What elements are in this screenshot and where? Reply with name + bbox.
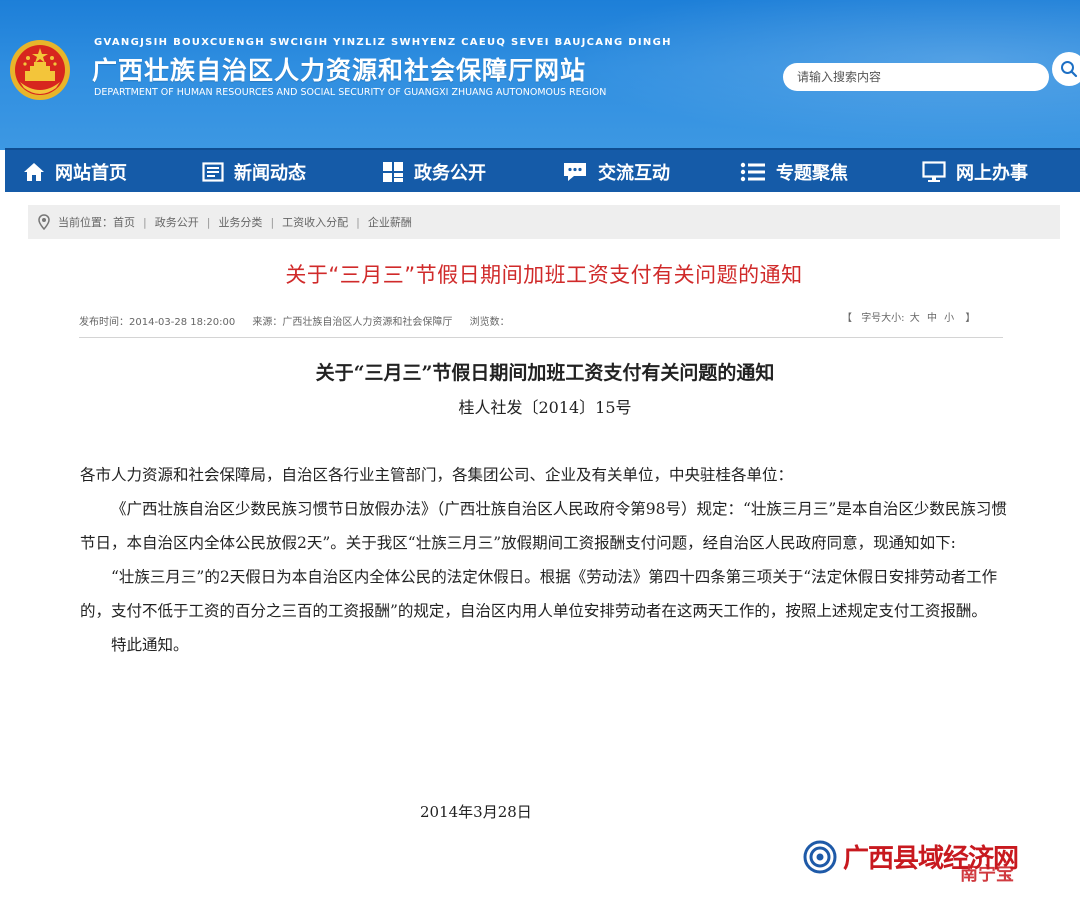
search-icon <box>1061 61 1078 78</box>
font-size-medium[interactable]: 中 <box>927 313 937 324</box>
document-closing: 特此通知。 <box>111 636 189 654</box>
document-paragraph: “壮族三月三”的2天假日为本自治区内全体公民的法定休假日。根据《劳动法》第四十四… <box>80 568 998 620</box>
view-count: 浏览数： <box>469 317 510 328</box>
nav-label: 专题聚焦 <box>776 163 848 183</box>
document-addressee: 各市人力资源和社会保障局，自治区各行业主管部门，各集团公司、企业及有关单位，中央… <box>80 466 794 484</box>
nav-item-home[interactable]: 网站首页 <box>23 150 127 194</box>
nav-item-online-service[interactable]: 网上办事 <box>922 150 1028 194</box>
nav-item-interaction[interactable]: 交流互动 <box>562 150 670 194</box>
document-title: 关于“三月三”节假日期间加班工资支付有关问题的通知 <box>315 362 775 384</box>
document-number: 桂人社发〔2014〕15号 <box>458 398 632 417</box>
list-icon <box>740 162 765 182</box>
home-icon <box>24 163 44 181</box>
grid-icon <box>383 162 403 182</box>
article-meta: 发布时间：2014-03-28 18:20:00 来源：广西壮族自治区人力资源和… <box>79 313 524 328</box>
search-button[interactable] <box>1052 52 1080 86</box>
breadcrumb-item-category[interactable]: 业务分类 <box>218 214 262 230</box>
breadcrumb-item-government[interactable]: 政务公开 <box>155 214 199 230</box>
monitor-icon <box>922 161 946 182</box>
nav-item-government[interactable]: 政务公开 <box>382 150 486 194</box>
site-pinyin-name: GVANGJSIH BOUXCUENGH SWCIGIH YINZLIZ SWH… <box>94 37 672 48</box>
bracket-open: 【 <box>842 313 852 324</box>
site-english-name: DEPARTMENT OF HUMAN RESOURCES AND SOCIAL… <box>94 87 607 98</box>
search-input[interactable] <box>783 63 1049 91</box>
main-nav: 网站首页 新闻动态 政务公开 交流互动 专题聚焦 网上办事 <box>5 148 1080 192</box>
divider <box>79 337 1003 338</box>
article-source: 来源：广西壮族自治区人力资源和社会保障厅 <box>252 317 453 328</box>
breadcrumb-item-home[interactable]: 首页 <box>113 214 135 230</box>
bracket-close: 】 <box>965 313 976 324</box>
breadcrumb-separator: | <box>270 215 275 229</box>
watermark-sub: 南宁宝 <box>960 860 1014 886</box>
document-body: 各市人力资源和社会保障局，自治区各行业主管部门，各集团公司、企业及有关单位，中央… <box>80 458 1010 662</box>
breadcrumb-item-salary[interactable]: 企业薪酬 <box>368 214 412 230</box>
nav-item-topics[interactable]: 专题聚焦 <box>740 150 848 194</box>
chat-icon <box>564 163 586 181</box>
article-title: 关于“三月三”节假日期间加班工资支付有关问题的通知 <box>285 263 803 287</box>
national-emblem-icon <box>10 40 70 100</box>
breadcrumb-separator: | <box>143 215 147 229</box>
document-date: 2014年3月28日 <box>420 803 532 821</box>
location-pin-icon <box>38 214 50 230</box>
nav-label: 网上办事 <box>956 163 1028 183</box>
watermark-logo-icon <box>803 840 837 873</box>
nav-label: 政务公开 <box>414 163 486 183</box>
site-title[interactable]: 广西壮族自治区人力资源和社会保障厅网站 <box>92 51 586 87</box>
breadcrumb-separator: | <box>356 215 360 229</box>
font-size-control: 【 字号大小: 大 中 小 】 <box>842 309 975 324</box>
breadcrumb-separator: | <box>206 215 211 229</box>
breadcrumb-item-wage[interactable]: 工资收入分配 <box>282 214 348 230</box>
news-icon <box>202 162 224 182</box>
breadcrumb-label: 当前位置： <box>58 216 113 229</box>
nav-label: 交流互动 <box>598 163 670 183</box>
font-size-large[interactable]: 大 <box>910 313 920 324</box>
watermark-sub-text: 南宁宝 <box>960 864 1014 885</box>
publish-time: 发布时间：2014-03-28 18:20:00 <box>79 317 236 328</box>
site-header: GVANGJSIH BOUXCUENGH SWCIGIH YINZLIZ SWH… <box>0 0 1080 150</box>
document-paragraph: 《广西壮族自治区少数民族习惯节日放假办法》（广西壮族自治区人民政府令第98号）规… <box>80 500 1007 552</box>
nav-label: 新闻动态 <box>234 163 306 183</box>
font-size-label: 字号大小: <box>861 313 905 324</box>
nav-item-news[interactable]: 新闻动态 <box>202 150 306 194</box>
breadcrumb: 当前位置： 首页 | 政务公开 | 业务分类 | 工资收入分配 | 企业薪酬 <box>28 205 1060 239</box>
nav-label: 网站首页 <box>55 163 127 183</box>
font-size-small[interactable]: 小 <box>944 313 954 324</box>
